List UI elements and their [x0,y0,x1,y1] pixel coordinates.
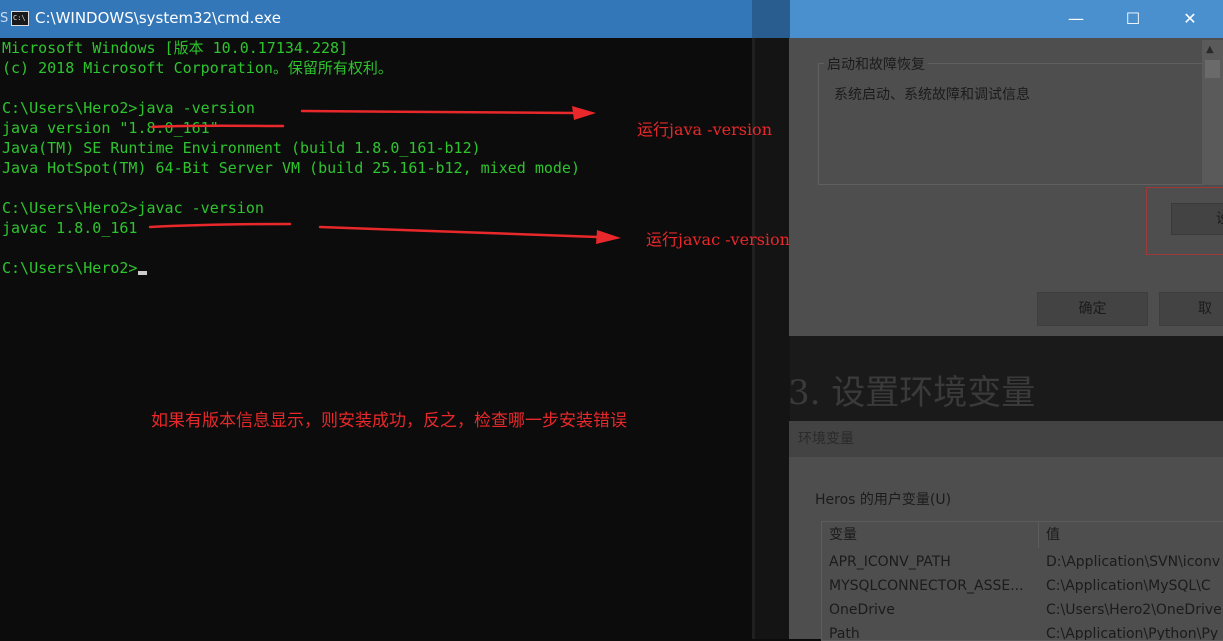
arrow-java-head [572,106,596,120]
arrow-java-line [300,109,577,115]
underline-javac-version [148,222,292,229]
annotation-layer [148,106,621,244]
arrow-javac-line [318,225,600,239]
annotation-javac: 运行javac -version [646,230,790,249]
annotation-java: 运行java -version [637,120,772,139]
arrow-javac-head [596,230,621,244]
underline-java-version [150,124,285,129]
annotation-note: 如果有版本信息显示，则安装成功，反之，检查哪一步安装错误 [151,411,627,431]
